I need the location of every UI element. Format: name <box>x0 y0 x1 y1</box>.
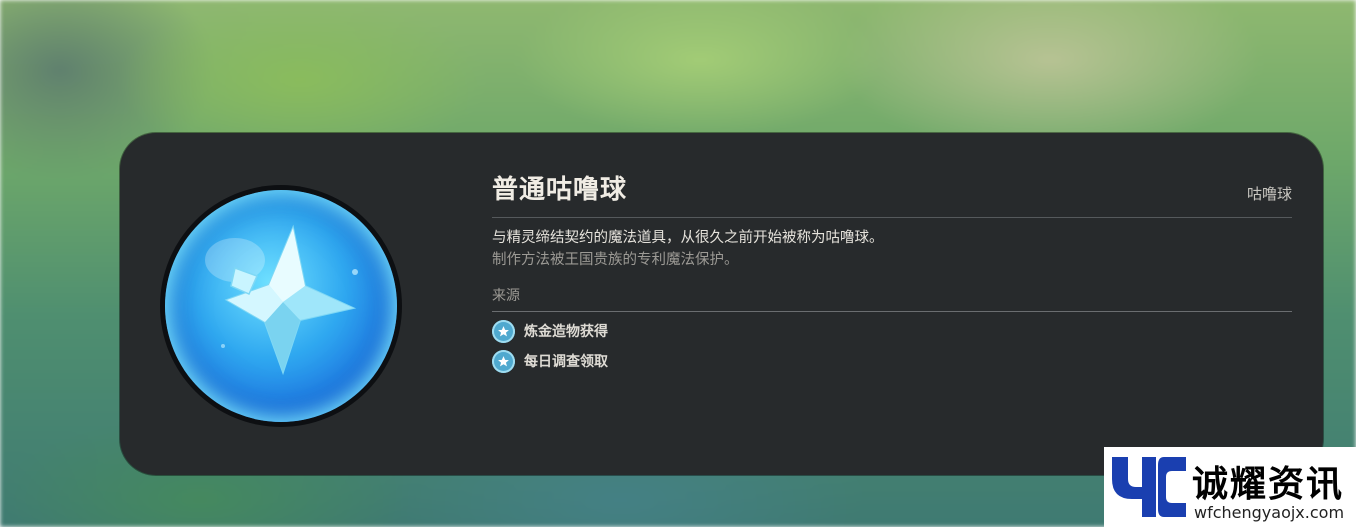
watermark-title: 诚耀资讯 <box>1192 464 1345 505</box>
watermark: 诚耀资讯 wfchengyaojx.com <box>1104 447 1356 527</box>
item-orb-icon <box>165 190 397 422</box>
item-description: 与精灵缔结契约的魔法道具，从很久之前开始被称为咕噜球。 制作方法被王国贵族的专利… <box>492 227 884 271</box>
crystal-star-icon <box>205 224 358 376</box>
watermark-url: wfchengyaojx.com <box>1194 503 1345 522</box>
source-item-text: 每日调查领取 <box>524 354 608 370</box>
star-badge-icon <box>492 349 515 373</box>
source-item[interactable]: 炼金造物获得 <box>492 319 608 343</box>
watermark-logo-icon <box>1112 457 1186 517</box>
item-name: 普通咕噜球 <box>492 175 628 205</box>
source-label: 来源 <box>492 288 520 304</box>
item-header: 普通咕噜球 咕噜球 <box>492 169 1292 218</box>
star-badge-icon <box>492 319 515 343</box>
item-description-line-1: 与精灵缔结契约的魔法道具，从很久之前开始被称为咕噜球。 <box>492 230 884 246</box>
item-type: 咕噜球 <box>1246 185 1292 203</box>
item-icon-frame <box>160 185 402 427</box>
item-description-line-2: 制作方法被王国贵族的专利魔法保护。 <box>492 252 739 268</box>
source-item-text: 炼金造物获得 <box>524 324 608 340</box>
item-detail-card: 普通咕噜球 咕噜球 与精灵缔结契约的魔法道具，从很久之前开始被称为咕噜球。 制作… <box>120 133 1323 475</box>
source-divider <box>492 311 1292 312</box>
source-item[interactable]: 每日调查领取 <box>492 349 608 373</box>
